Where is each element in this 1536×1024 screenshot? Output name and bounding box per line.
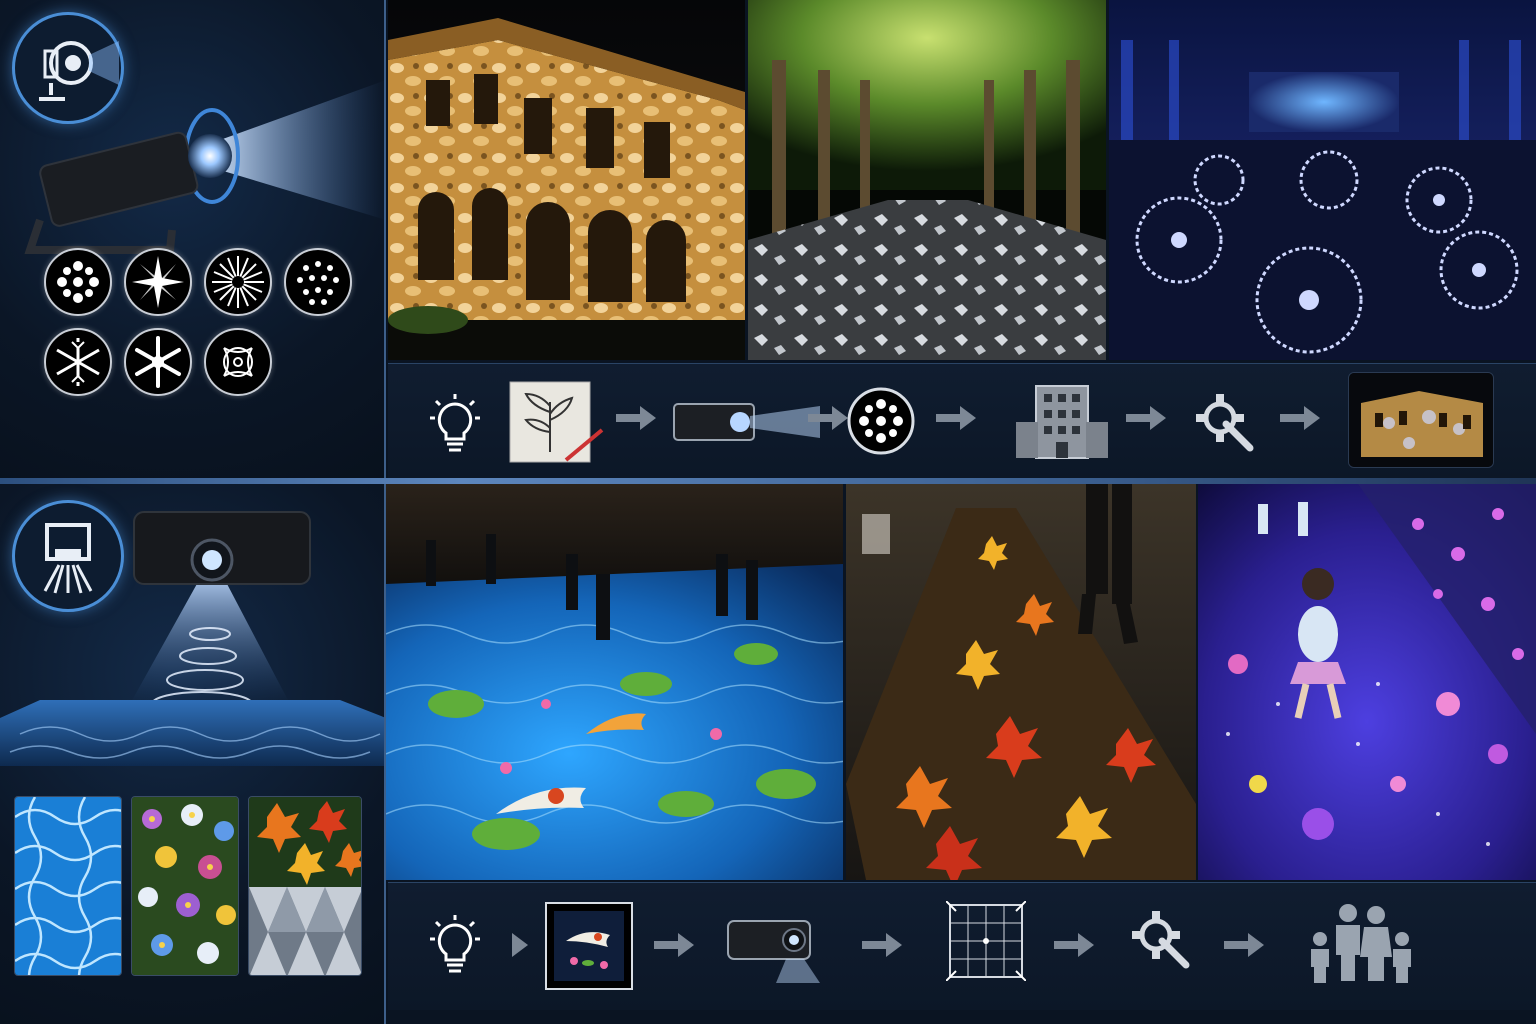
gobo-scene-gallery	[388, 0, 1536, 360]
workflow-arrow	[616, 406, 656, 430]
autumn-leaves-texture[interactable]	[248, 796, 362, 976]
floral-mosaic-gobo-icon[interactable]	[44, 248, 112, 316]
filigree-gobo-icon[interactable]	[204, 328, 272, 396]
projector-icon	[724, 911, 820, 983]
gobo-workflow-strip	[388, 363, 1536, 478]
gobo-disc-icon	[846, 386, 916, 456]
floor-sidebar	[0, 484, 386, 1024]
ballroom-floor-scene[interactable]	[1109, 0, 1536, 360]
floor-scene-gallery	[386, 484, 1536, 880]
building-facade-scene[interactable]	[388, 0, 745, 360]
autumn-leaf-path-scene[interactable]	[846, 484, 1196, 880]
lightbulb-idea-icon	[422, 392, 488, 458]
geometric-triangles-texture[interactable]	[249, 887, 361, 975]
fixture-lens	[188, 134, 232, 178]
gobo-spotlight	[24, 80, 384, 254]
workflow-arrow	[1224, 933, 1264, 957]
light-beam	[220, 80, 384, 220]
workflow-arrow	[512, 933, 528, 957]
workflow-arrow	[862, 933, 902, 957]
gobo-sidebar	[0, 0, 386, 480]
finished-building-thumbnail[interactable]	[1348, 372, 1494, 468]
workflow-arrow	[1054, 933, 1094, 957]
sketch-design-icon	[506, 378, 606, 466]
building-icon	[1014, 382, 1110, 460]
ornate-snowflake-gobo-icon[interactable]	[124, 328, 192, 396]
floor-workflow-strip	[388, 882, 1536, 1010]
settings-wrench-icon	[1192, 390, 1256, 454]
tree-alley-scene[interactable]	[748, 0, 1106, 360]
water-caustics-texture[interactable]	[14, 796, 122, 976]
lightbulb-idea-icon	[422, 913, 488, 979]
dot-cluster-gobo-icon[interactable]	[284, 248, 352, 316]
flower-field-texture[interactable]	[131, 796, 239, 976]
snowflake-gobo-icon[interactable]	[44, 328, 112, 396]
koi-pond-floor-scene[interactable]	[386, 484, 843, 880]
flower-galaxy-floor-scene[interactable]	[1198, 484, 1536, 880]
keystone-grid-icon	[946, 901, 1026, 981]
radial-lines-gobo-icon[interactable]	[204, 248, 272, 316]
large-venue-projector	[0, 511, 384, 766]
workflow-arrow	[654, 933, 694, 957]
family-audience-icon	[1306, 901, 1416, 985]
star-burst-gobo-icon[interactable]	[124, 248, 192, 316]
workflow-arrow	[936, 406, 976, 430]
fixture-body	[39, 131, 199, 227]
fixture-yoke	[24, 218, 176, 254]
gobo-projection-section	[0, 0, 1536, 480]
workflow-arrow	[1280, 406, 1320, 430]
settings-wrench-icon	[1128, 907, 1192, 971]
workflow-arrow	[1126, 406, 1166, 430]
interactive-floor-section	[0, 484, 1536, 1024]
gobo-projector-icon	[670, 388, 820, 458]
koi-content-icon	[544, 901, 634, 991]
workflow-arrow	[808, 406, 848, 430]
